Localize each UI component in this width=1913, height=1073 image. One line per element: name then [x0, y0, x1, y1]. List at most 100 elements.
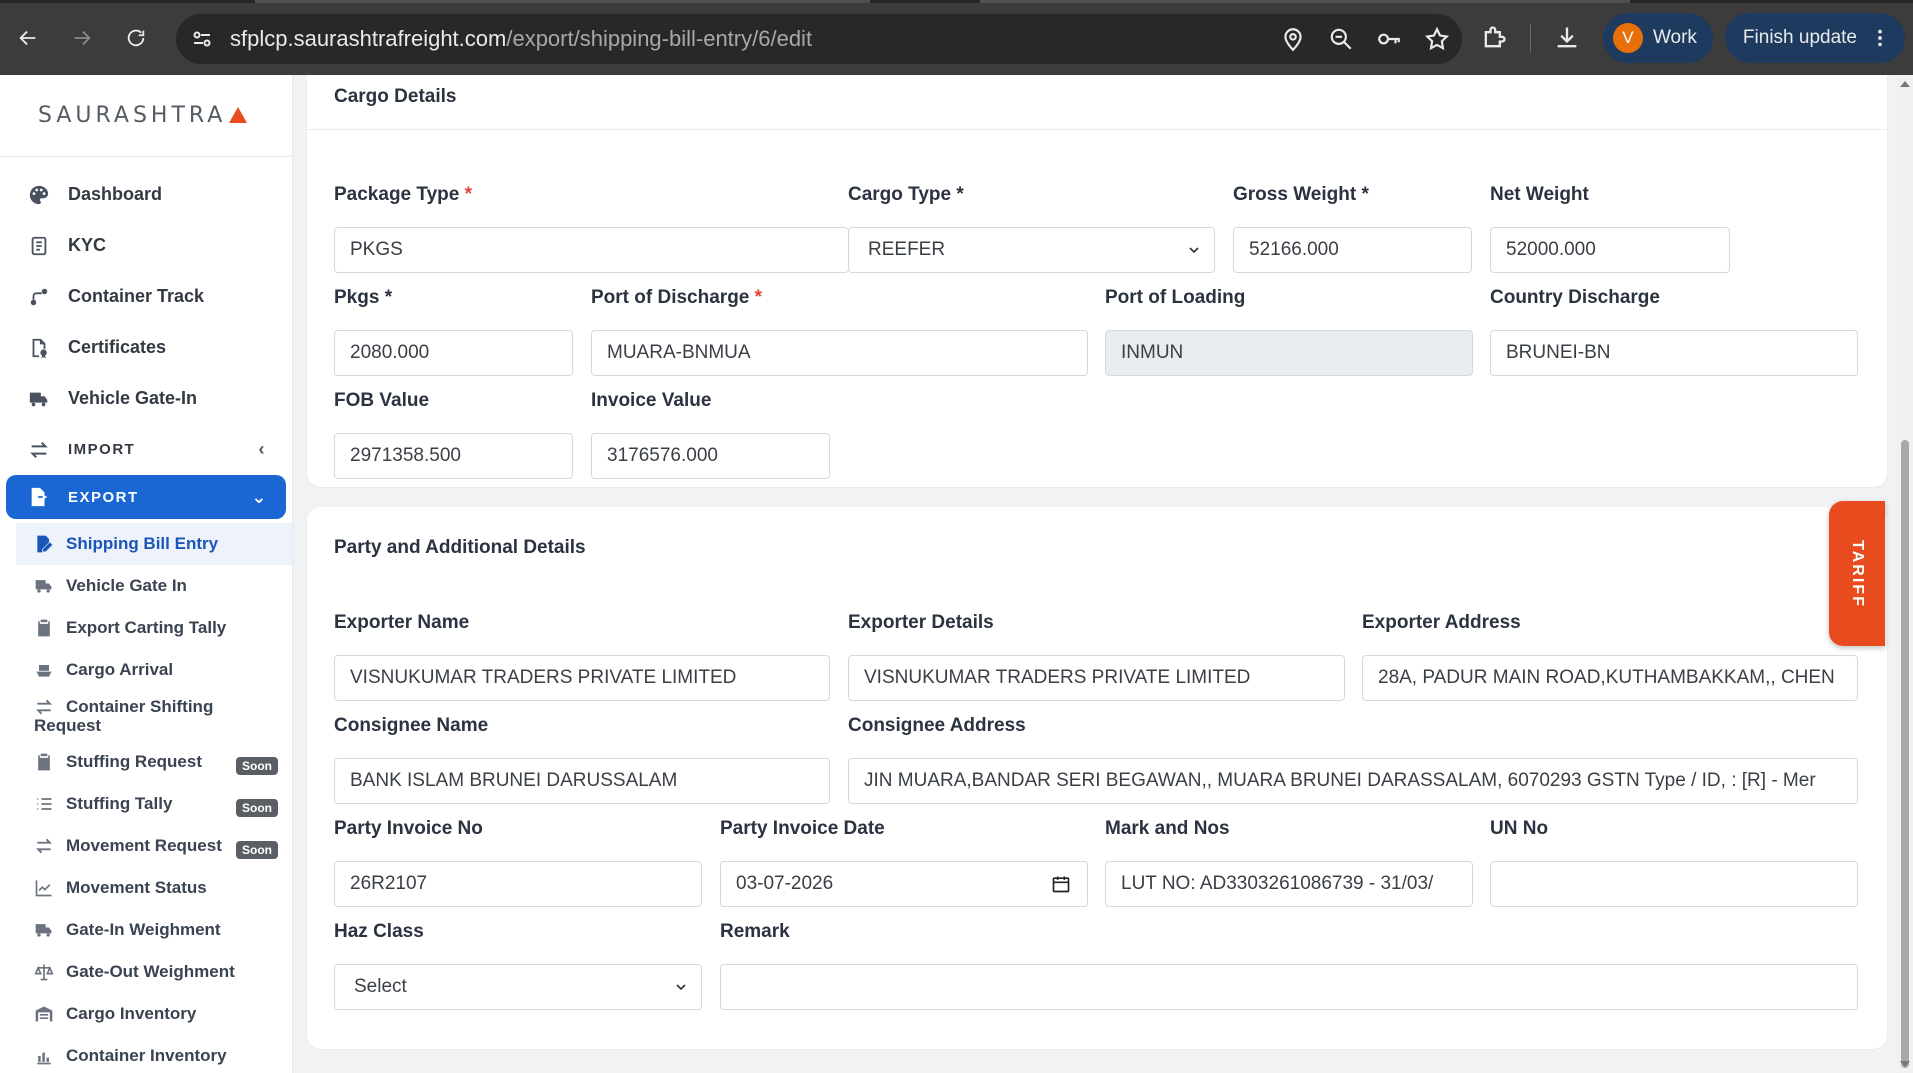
forward-button[interactable] [62, 18, 102, 58]
bookmark-star-icon[interactable] [1424, 26, 1450, 52]
scroll-thumb[interactable] [1901, 440, 1909, 1068]
sidebar-item-gate-out-weighment[interactable]: Gate-Out Weighment [0, 951, 292, 993]
gross-weight-field: Gross Weight * 52166.000 [1233, 184, 1472, 273]
country-discharge-field: Country Discharge BRUNEI-BN [1490, 287, 1858, 376]
pkgs-input[interactable]: 2080.000 [334, 330, 573, 376]
kebab-menu-icon[interactable] [1869, 27, 1891, 49]
exporter-name-input[interactable]: VISNUKUMAR TRADERS PRIVATE LIMITED [334, 655, 830, 701]
location-icon[interactable] [1280, 26, 1306, 52]
brand-text: SAURASHTRA [38, 103, 227, 128]
select-value: REEFER [868, 239, 946, 260]
country-discharge-input[interactable]: BRUNEI-BN [1490, 330, 1858, 376]
reload-button[interactable] [116, 18, 156, 58]
scroll-down-icon[interactable] [1900, 1061, 1910, 1067]
remark-input[interactable] [720, 964, 1858, 1010]
party-invoice-no-field: Party Invoice No 26R2107 [334, 818, 702, 907]
sidebar-item-movement-request[interactable]: Movement Request Soon [0, 825, 292, 867]
field-label: Party Invoice Date [720, 818, 885, 839]
port-of-discharge-input[interactable]: MUARA-BNMUA [591, 330, 1088, 376]
tariff-label: TARIFF [1849, 539, 1866, 608]
sidebar-item-vehicle-gate-in-export[interactable]: Vehicle Gate In [0, 565, 292, 607]
site-settings-icon[interactable] [188, 25, 216, 53]
section-title: Party and Additional Details [334, 537, 586, 558]
sidebar-item-label: Shipping Bill Entry [66, 534, 219, 553]
finish-update-button[interactable]: Finish update [1724, 13, 1905, 63]
warehouse-icon [34, 1004, 54, 1024]
sidebar-item-label: IMPORT [68, 441, 136, 458]
exporter-name-field: Exporter Name VISNUKUMAR TRADERS PRIVATE… [334, 612, 830, 701]
chevron-down-icon [676, 984, 686, 991]
field-label: Country Discharge [1490, 287, 1660, 308]
sidebar-item-label: Export Carting Tally [66, 618, 227, 637]
cargo-type-select[interactable]: REEFER [848, 227, 1215, 273]
reload-icon [127, 29, 145, 46]
exporter-address-input[interactable]: 28A, PADUR MAIN ROAD,KUTHAMBAKKAM,, CHEN [1362, 655, 1858, 701]
sidebar-item-container-shifting-request[interactable]: Container Shifting Request [0, 691, 292, 741]
sidebar-item-kyc[interactable]: KYC [0, 220, 292, 271]
field-label: Gross Weight * [1233, 184, 1369, 205]
un-no-input[interactable] [1490, 861, 1858, 907]
sidebar-item-label: Vehicle Gate In [66, 576, 187, 595]
sidebar-item-dashboard[interactable]: Dashboard [0, 169, 292, 220]
field-label: Mark and Nos [1105, 818, 1230, 839]
sidebar-item-export-carting-tally[interactable]: Export Carting Tally [0, 607, 292, 649]
sidebar-item-cargo-arrival[interactable]: Cargo Arrival [0, 649, 292, 691]
brand-logo[interactable]: SAURASHTRA [0, 75, 292, 157]
sidebar-item-label: KYC [68, 235, 107, 255]
divider [307, 129, 1887, 130]
password-key-icon[interactable] [1376, 26, 1402, 52]
extensions-icon[interactable] [1480, 24, 1508, 52]
field-label: Invoice Value [591, 390, 712, 411]
fob-value-input[interactable]: 2971358.500 [334, 433, 573, 479]
sidebar-item-label-line2: Request [34, 716, 102, 735]
truck-icon [34, 920, 54, 940]
address-bar[interactable]: sfplcp.saurashtrafreight.com/export/ship… [176, 14, 1462, 64]
sidebar-item-container-track[interactable]: Container Track [0, 271, 292, 322]
back-button[interactable] [8, 18, 48, 58]
sidebar-item-stuffing-tally[interactable]: Stuffing Tally Soon [0, 783, 292, 825]
exporter-details-input[interactable]: VISNUKUMAR TRADERS PRIVATE LIMITED [848, 655, 1345, 701]
consignee-name-input[interactable]: BANK ISLAM BRUNEI DARUSSALAM [334, 758, 830, 804]
url-host: sfplcp.saurashtrafreight.com [230, 26, 507, 51]
sidebar-item-export[interactable]: EXPORT ⌄ [6, 475, 286, 519]
sidebar-item-container-inventory[interactable]: Container Inventory [0, 1035, 292, 1073]
sidebar-item-movement-status[interactable]: Movement Status [0, 867, 292, 909]
sidebar-item-shipping-bill-entry[interactable]: Shipping Bill Entry [16, 523, 292, 565]
tariff-tab-button[interactable]: TARIFF [1829, 501, 1885, 646]
clipboard-check-icon [34, 752, 54, 772]
haz-class-select[interactable]: Select [334, 964, 702, 1010]
scroll-up-icon[interactable] [1900, 81, 1910, 87]
consignee-name-field: Consignee Name BANK ISLAM BRUNEI DARUSSA… [334, 715, 830, 804]
party-invoice-no-input[interactable]: 26R2107 [334, 861, 702, 907]
page-scrollbar[interactable] [1897, 75, 1913, 1073]
invoice-value-input[interactable]: 3176576.000 [591, 433, 830, 479]
party-details-card: Party and Additional Details Exporter Na… [307, 507, 1887, 1049]
package-type-input[interactable]: PKGS [334, 227, 849, 273]
net-weight-field: Net Weight 52000.000 [1490, 184, 1730, 273]
sidebar-item-stuffing-request[interactable]: Stuffing Request Soon [0, 741, 292, 783]
profile-button[interactable]: V Work [1602, 13, 1713, 63]
field-label: Consignee Name [334, 715, 489, 736]
sidebar-item-label: Stuffing Request [66, 752, 202, 771]
field-label: Exporter Details [848, 612, 994, 633]
sidebar-item-certificates[interactable]: Certificates [0, 322, 292, 373]
cargo-details-card: Cargo Details Package Type * PKGS Cargo … [307, 75, 1887, 487]
sidebar-item-gate-in-weighment[interactable]: Gate-In Weighment [0, 909, 292, 951]
mark-and-nos-input[interactable]: LUT NO: AD3303261086739 - 31/03/ [1105, 861, 1473, 907]
url-text[interactable]: sfplcp.saurashtrafreight.com/export/ship… [230, 26, 812, 52]
sidebar-item-label: Gate-In Weighment [66, 920, 221, 939]
sidebar-item-vehicle-gate-in[interactable]: Vehicle Gate-In [0, 373, 292, 424]
zoom-icon[interactable] [1328, 26, 1354, 52]
calendar-icon[interactable] [1051, 874, 1071, 894]
avatar: V [1612, 23, 1643, 53]
sidebar-item-label: Certificates [68, 337, 167, 357]
consignee-address-input[interactable]: JIN MUARA,BANDAR SERI BEGAWAN,, MUARA BR… [848, 758, 1858, 804]
download-icon[interactable] [1553, 24, 1581, 52]
party-invoice-date-input[interactable]: 03-07-2026 [720, 861, 1088, 907]
sidebar-item-cargo-inventory[interactable]: Cargo Inventory [0, 993, 292, 1035]
sidebar-item-import[interactable]: IMPORT ‹ [0, 424, 292, 475]
gross-weight-input[interactable]: 52166.000 [1233, 227, 1472, 273]
exporter-details-field: Exporter Details VISNUKUMAR TRADERS PRIV… [848, 612, 1345, 701]
party-invoice-date-field: Party Invoice Date 03-07-2026 [720, 818, 1088, 907]
net-weight-input[interactable]: 52000.000 [1490, 227, 1730, 273]
